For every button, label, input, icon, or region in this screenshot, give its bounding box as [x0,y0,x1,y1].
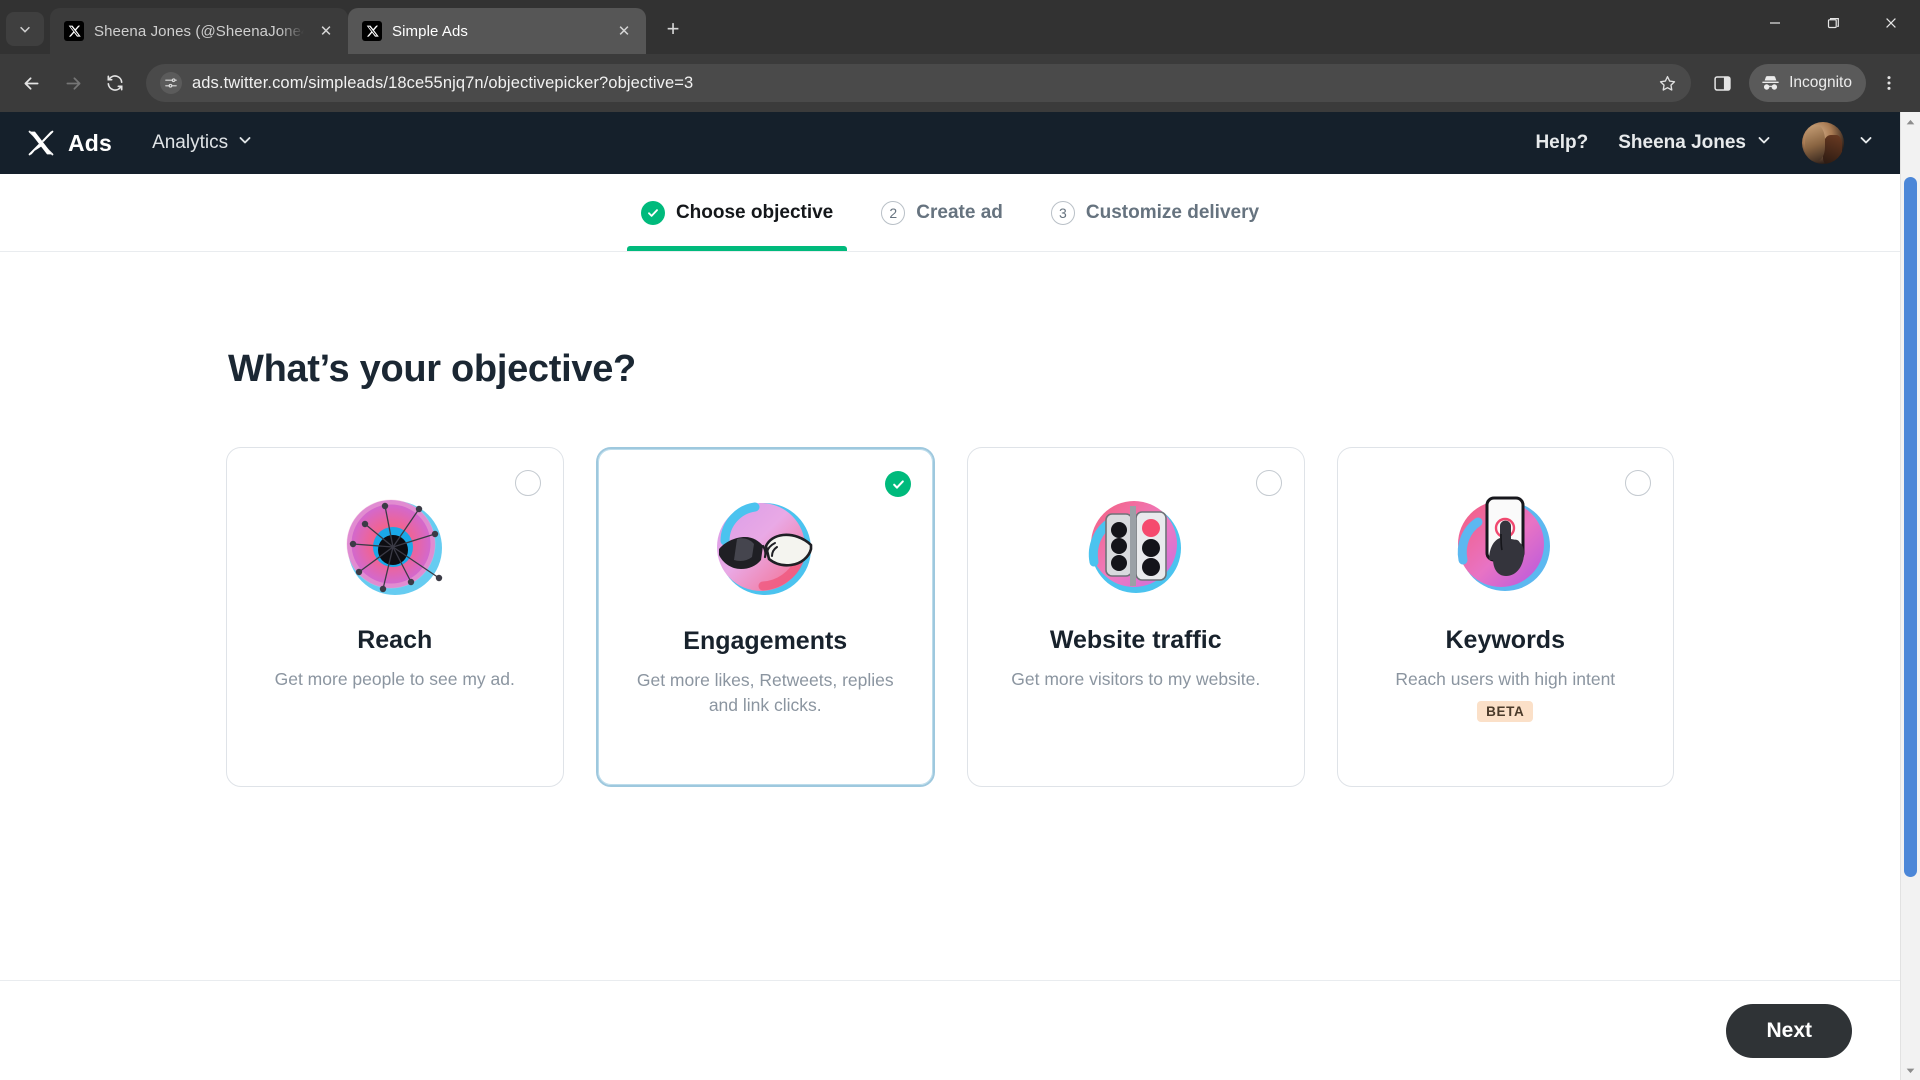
minimize-button[interactable] [1746,0,1804,46]
objective-picker: What’s your objective? Reach Get more pe… [0,252,1900,787]
objective-card-engagements[interactable]: Engagements Get more likes, Retweets, re… [595,447,935,787]
browser-window: Sheena Jones (@SheenaJone49 ✕ Simple Ads… [0,0,1920,1080]
card-description: Get more likes, Retweets, replies and li… [636,670,894,715]
chevron-down-icon [1756,132,1772,154]
card-description: Reach users with high intent [1395,669,1616,689]
step-create-ad[interactable]: 2 Create ad [867,174,1017,251]
objective-card-website-traffic[interactable]: Website traffic Get more visitors to my … [967,447,1305,787]
address-bar[interactable]: ads.twitter.com/simpleads/18ce55njq7n/ob… [146,64,1692,102]
analytics-label: Analytics [152,132,229,153]
x-logo-icon [26,128,56,158]
page-scrollbar[interactable] [1900,112,1920,1080]
nav-item-analytics[interactable]: Analytics [152,132,253,154]
card-description: Get more visitors to my website. [1011,669,1261,689]
scrollbar-thumb[interactable] [1904,177,1917,877]
incognito-badge[interactable]: Incognito [1749,64,1866,102]
objective-card-reach[interactable]: Reach Get more people to see my ad. [226,447,564,787]
page-viewport: Ads Analytics Help? Sheena Jones Choose … [0,112,1920,1080]
card-description: Get more people to see my ad. [274,669,515,689]
brand-label: Ads [68,129,113,156]
traffic-light-art [1074,486,1198,610]
status-badge: BETA [1477,700,1534,722]
step-label: Create ad [916,201,1003,223]
objective-card-list: Reach Get more people to see my ad. Enga… [194,447,1706,787]
incognito-hat-icon [1760,73,1781,94]
reload-button[interactable] [96,64,134,102]
step-label: Customize delivery [1085,201,1260,223]
next-button[interactable]: Next [1726,1003,1852,1058]
avatar [1802,122,1844,164]
card-title: Engagements [683,627,848,655]
nav-right-group: Help? Sheena Jones [1535,122,1874,164]
wizard-footer: Next [0,980,1900,1080]
step-customize-delivery[interactable]: 3 Customize delivery [1037,174,1273,251]
reach-target-art [333,486,457,610]
back-button[interactable] [12,64,50,102]
side-panel-icon[interactable] [1703,64,1741,102]
tune-icon[interactable] [160,72,182,94]
star-icon[interactable] [1651,67,1683,99]
step-label: Choose objective [675,201,834,223]
card-title: Keywords [1445,626,1565,654]
forward-button[interactable] [54,64,92,102]
phone-tap-art [1443,486,1567,610]
maximize-button[interactable] [1804,0,1862,46]
chevron-down-icon [1858,132,1874,154]
card-title: Reach [357,626,433,654]
account-name: Sheena Jones [1618,132,1746,153]
radio-unselected-icon[interactable] [514,470,541,496]
browser-tab-2[interactable]: Simple Ads ✕ [348,8,646,54]
ads-top-nav: Ads Analytics Help? Sheena Jones [0,112,1900,174]
avatar-menu[interactable] [1802,122,1874,164]
scroll-down-icon[interactable] [1901,1060,1920,1080]
step-number: 2 [881,200,906,225]
radio-unselected-icon[interactable] [1625,470,1651,496]
incognito-label: Incognito [1789,74,1852,91]
url-text[interactable]: ads.twitter.com/simpleads/18ce55njq7n/ob… [192,74,1641,93]
ads-page: Ads Analytics Help? Sheena Jones Choose … [0,112,1900,1080]
step-choose-objective[interactable]: Choose objective [626,174,848,251]
chevron-down-icon [237,132,253,154]
browser-toolbar: ads.twitter.com/simpleads/18ce55njq7n/ob… [0,54,1920,112]
window-controls [1746,0,1920,46]
check-icon [640,200,665,225]
tab-search-button[interactable] [6,12,44,46]
close-icon[interactable]: ✕ [612,19,636,43]
x-logo-icon [362,21,382,41]
three-dot-menu-icon[interactable] [1870,64,1908,102]
new-tab-button[interactable]: + [656,12,690,46]
page-title: What’s your objective? [228,348,636,390]
help-link[interactable]: Help? [1535,132,1588,154]
fist-bump-art [703,487,827,611]
tab-title: Sheena Jones (@SheenaJone49 [94,22,304,40]
step-number: 3 [1050,200,1075,225]
scrollbar-track[interactable] [1901,132,1920,1060]
close-window-button[interactable] [1862,0,1920,46]
objective-card-keywords[interactable]: Keywords Reach users with high intent BE… [1336,447,1674,787]
browser-tab-1[interactable]: Sheena Jones (@SheenaJone49 ✕ [50,8,348,54]
card-title: Website traffic [1049,626,1222,654]
tab-strip: Sheena Jones (@SheenaJone49 ✕ Simple Ads… [0,0,1920,54]
brand[interactable]: Ads [26,128,112,158]
radio-selected-icon[interactable] [885,471,911,497]
radio-unselected-icon[interactable] [1255,470,1282,496]
tab-title: Simple Ads [392,22,469,40]
x-logo-icon [64,21,84,41]
step-navigation: Choose objective 2 Create ad 3 Customize… [0,174,1900,252]
scroll-up-icon[interactable] [1901,112,1920,132]
account-menu[interactable]: Sheena Jones [1618,132,1772,154]
close-icon[interactable]: ✕ [314,19,338,43]
